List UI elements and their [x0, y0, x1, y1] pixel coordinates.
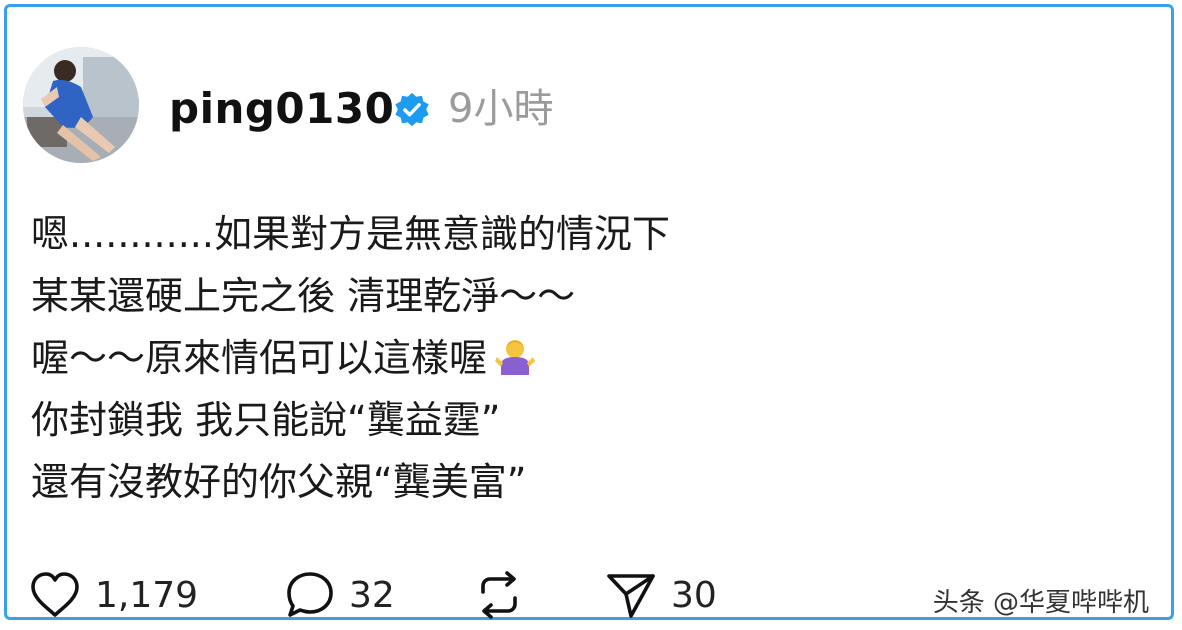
repost-button[interactable] — [475, 567, 537, 623]
send-icon — [607, 574, 655, 618]
post-timestamp: 9小時 — [448, 86, 554, 132]
like-count: 1,179 — [95, 574, 199, 616]
comment-button[interactable]: 32 — [285, 567, 395, 623]
post-line-3-text: 喔～～原來情侶可以這樣喔 — [31, 336, 488, 380]
share-button[interactable]: 30 — [605, 567, 717, 623]
heart-icon — [31, 572, 79, 617]
post-card: ping0130 9小時 嗯............如果對方是無意識的情況下 某… — [4, 4, 1174, 620]
post-line-1: 嗯............如果對方是無意識的情況下 — [31, 212, 670, 256]
verified-badge-icon — [395, 92, 429, 127]
avatar[interactable] — [23, 47, 139, 163]
comment-count: 32 — [349, 574, 395, 616]
action-bar: 1,179 32 30 — [29, 567, 929, 623]
source-watermark: 头条 @华夏哔哔机 — [932, 588, 1149, 618]
post-line-5: 還有沒教好的你父親“龔美富” — [31, 460, 527, 504]
like-button[interactable]: 1,179 — [29, 567, 198, 623]
post-line-3: 喔～～原來情侶可以這樣喔 — [31, 327, 1131, 389]
user-avatar-photo — [23, 47, 139, 163]
post-line-4: 你封鎖我 我只能說“龔益霆” — [31, 398, 501, 442]
username[interactable]: ping0130 — [169, 83, 394, 135]
comment-bubble-icon — [287, 572, 333, 617]
person-shrugging-emoji — [493, 335, 537, 379]
repost-icon — [481, 571, 517, 619]
share-count: 30 — [671, 574, 717, 616]
post-line-2: 某某還硬上完之後 清理乾淨～～ — [31, 274, 576, 318]
post-body: 嗯............如果對方是無意識的情況下 某某還硬上完之後 清理乾淨～… — [31, 203, 1131, 513]
